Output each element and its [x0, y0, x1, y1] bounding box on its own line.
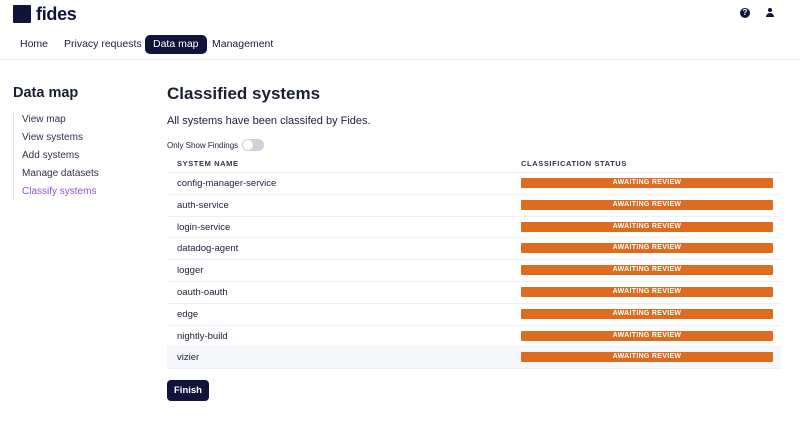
system-name: logger [177, 265, 204, 277]
system-name: config-manager-service [177, 178, 277, 189]
page-subtitle: All systems have been classifed by Fides… [167, 115, 371, 127]
table-row[interactable]: datadog-agent AWAITING REVIEW [167, 238, 781, 261]
nav-privacy-requests[interactable]: Privacy requests [56, 35, 150, 54]
system-name: oauth-oauth [177, 286, 228, 298]
nav-management[interactable]: Management [204, 35, 281, 54]
system-name: datadog-agent [177, 243, 239, 255]
status-badge: AWAITING REVIEW [521, 352, 773, 363]
user-icon-head [768, 8, 772, 12]
finish-button[interactable]: Finish [167, 380, 209, 401]
logo-text: fides [36, 4, 77, 24]
system-name: edge [177, 308, 199, 320]
main-nav: Home Privacy requests Data map Managemen… [0, 30, 800, 60]
table-row[interactable]: vizier AWAITING REVIEW [167, 347, 781, 370]
system-name: nightly-build [177, 330, 228, 342]
page-title: Classified systems [167, 84, 321, 103]
findings-toggle-row: Only Show Findings [167, 139, 265, 151]
status-badge: AWAITING REVIEW [521, 286, 773, 297]
column-header-classification-status: CLASSIFICATION STATUS [521, 159, 627, 168]
table-row[interactable]: logger AWAITING REVIEW [167, 260, 781, 282]
sidebar-nav: View map View systems Add systems Manage… [13, 111, 123, 201]
sidebar-item-manage-datasets[interactable]: Manage datasets [14, 165, 123, 183]
status-badge: AWAITING REVIEW [521, 330, 773, 341]
column-header-system-name: SYSTEM NAME [177, 159, 239, 168]
sidebar-item-classify-systems[interactable]: Classify systems [14, 183, 123, 201]
sidebar-title: Data map [13, 85, 79, 101]
sidebar-item-view-systems[interactable]: View systems [14, 129, 123, 147]
toggle-knob [243, 140, 254, 150]
table-row[interactable]: edge AWAITING REVIEW [167, 304, 781, 326]
table-row[interactable]: nightly-build AWAITING REVIEW [167, 326, 781, 348]
fides-logo[interactable]: fides [13, 5, 77, 23]
help-circle-icon[interactable]: ? [740, 8, 750, 18]
status-badge: AWAITING REVIEW [521, 265, 773, 276]
sidebar-item-add-systems[interactable]: Add systems [14, 147, 123, 165]
status-badge: AWAITING REVIEW [521, 243, 773, 254]
table-row[interactable]: oauth-oauth AWAITING REVIEW [167, 282, 781, 304]
nav-home[interactable]: Home [12, 35, 56, 54]
status-badge: AWAITING REVIEW [521, 308, 773, 319]
system-name: vizier [177, 352, 200, 364]
logo-mark-icon [13, 5, 31, 23]
nav-data-map[interactable]: Data map [145, 35, 207, 54]
table-row[interactable]: login-service AWAITING REVIEW [167, 217, 781, 239]
user-icon[interactable] [765, 8, 775, 18]
status-badge: AWAITING REVIEW [521, 221, 773, 232]
top-bar: fides ? [0, 0, 800, 30]
table-header: SYSTEM NAME CLASSIFICATION STATUS [167, 155, 781, 173]
system-name: login-service [177, 221, 231, 233]
classified-systems-table: SYSTEM NAME CLASSIFICATION STATUS config… [167, 155, 781, 370]
status-badge: AWAITING REVIEW [521, 199, 773, 210]
table-row[interactable]: auth-service AWAITING REVIEW [167, 195, 781, 217]
top-icons: ? [740, 8, 775, 18]
findings-toggle-label: Only Show Findings [167, 140, 239, 150]
table-row[interactable]: config-manager-service AWAITING REVIEW [167, 173, 781, 195]
system-name: auth-service [177, 199, 229, 211]
findings-toggle[interactable] [242, 139, 265, 151]
user-icon-body [766, 13, 774, 17]
status-badge: AWAITING REVIEW [521, 178, 773, 188]
sidebar-item-view-map[interactable]: View map [14, 111, 123, 129]
